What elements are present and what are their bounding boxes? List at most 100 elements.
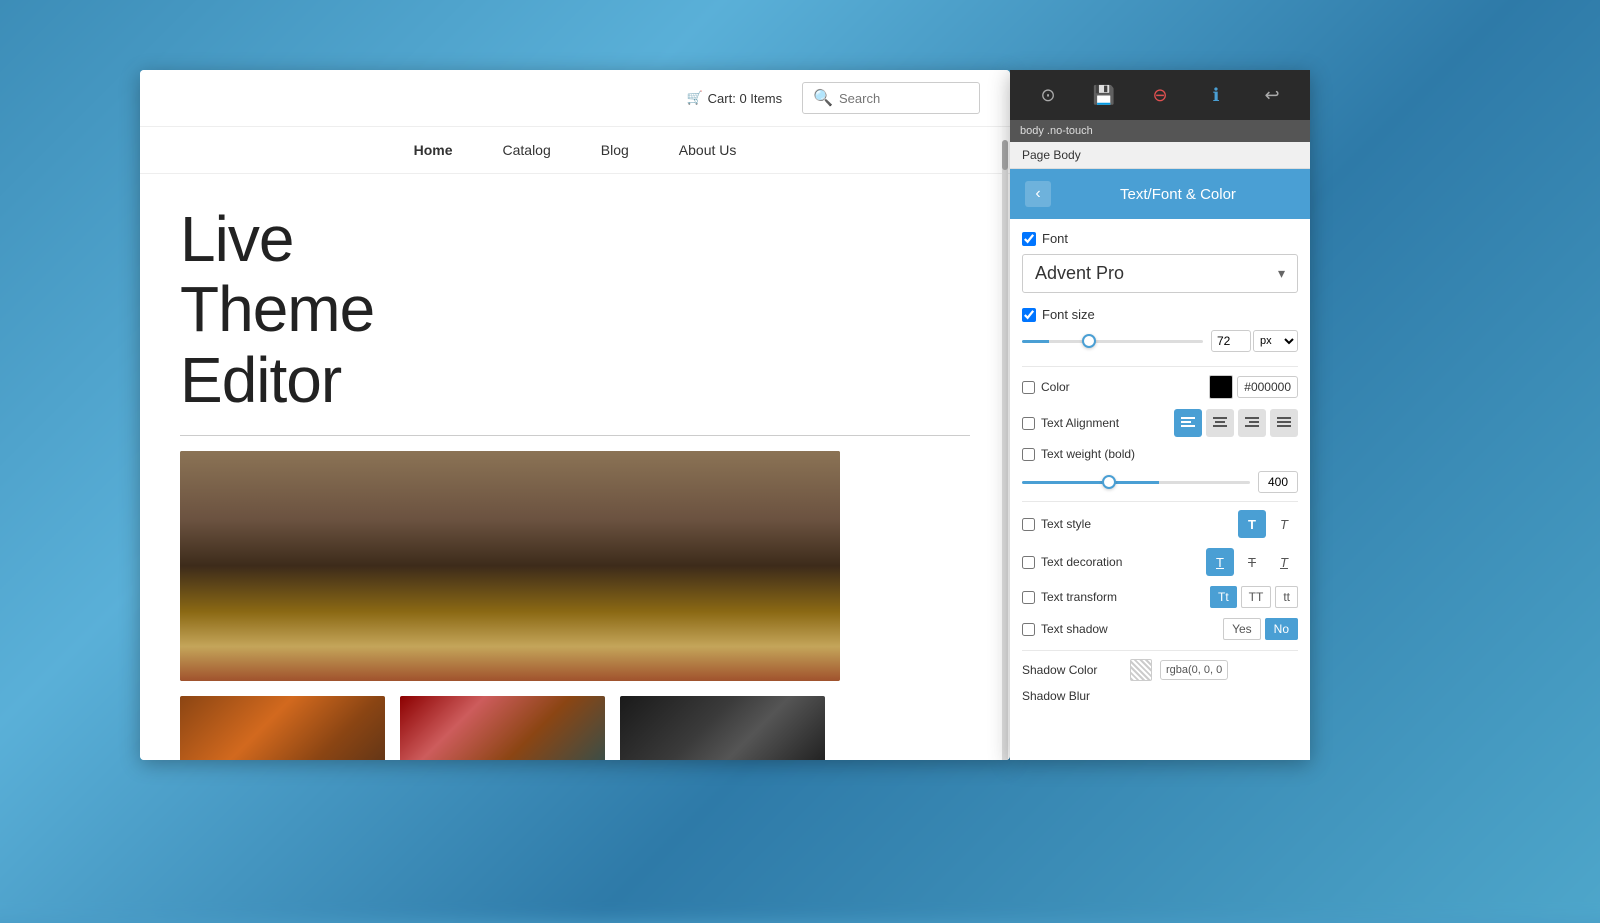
thumbnail-3 xyxy=(620,696,825,760)
font-size-input[interactable] xyxy=(1211,330,1251,352)
font-weight-value[interactable] xyxy=(1258,471,1298,493)
font-size-checkbox-label[interactable]: Font size xyxy=(1022,307,1095,322)
align-center-button[interactable] xyxy=(1206,409,1234,437)
search-box[interactable]: 🔍 xyxy=(802,82,980,114)
panel-title: Text/Font & Color xyxy=(1061,186,1295,203)
shadow-color-swatch[interactable] xyxy=(1130,659,1152,681)
text-weight-label[interactable]: Text weight (bold) xyxy=(1022,447,1142,461)
toolbar-exit-icon[interactable]: ↩ xyxy=(1256,79,1288,111)
shadow-blur-row: Shadow Blur xyxy=(1022,689,1298,703)
lowercase-button[interactable]: tt xyxy=(1275,586,1298,608)
text-decoration-row: Text decoration T T T xyxy=(1022,548,1298,576)
chevron-down-icon: ▾ xyxy=(1278,265,1285,282)
text-shadow-label[interactable]: Text shadow xyxy=(1022,622,1142,636)
scrollbar-thumb[interactable] xyxy=(1002,140,1008,170)
text-style-label[interactable]: Text style xyxy=(1022,517,1142,531)
panel-toolbar: ⊙ 💾 ⊖ ℹ ↩ xyxy=(1010,70,1310,120)
color-checkbox[interactable] xyxy=(1022,381,1035,394)
hero-image-inner xyxy=(180,451,840,681)
text-shadow-row: Text shadow Yes No xyxy=(1022,618,1298,640)
nav-home[interactable]: Home xyxy=(414,142,453,158)
color-swatch[interactable] xyxy=(1209,375,1233,399)
nav-catalog[interactable]: Catalog xyxy=(503,142,551,158)
text-shadow-checkbox[interactable] xyxy=(1022,623,1035,636)
align-right-button[interactable] xyxy=(1238,409,1266,437)
font-label-row: Font xyxy=(1022,231,1298,246)
color-row: Color #000000 xyxy=(1022,375,1298,399)
text-alignment-label[interactable]: Text Alignment xyxy=(1022,416,1142,430)
shadow-color-label: Shadow Color xyxy=(1022,663,1122,677)
align-justify-button[interactable] xyxy=(1270,409,1298,437)
italic-style-button[interactable]: T xyxy=(1270,510,1298,538)
panel-header: ‹ Text/Font & Color xyxy=(1010,169,1310,219)
toolbar-info-icon[interactable]: ℹ xyxy=(1200,79,1232,111)
nav-about[interactable]: About Us xyxy=(679,142,737,158)
page-body-label: Page Body xyxy=(1022,148,1081,162)
overline-button[interactable]: T xyxy=(1270,548,1298,576)
panel-back-button[interactable]: ‹ xyxy=(1025,181,1051,207)
page-body-bar: Page Body xyxy=(1010,142,1310,169)
text-transform-row: Text transform Tt TT tt xyxy=(1022,586,1298,608)
text-alignment-row: Text Alignment xyxy=(1022,409,1298,437)
color-controls: #000000 xyxy=(1209,375,1298,399)
cart-label: Cart: 0 Items xyxy=(708,91,782,106)
text-transform-label-text: Text transform xyxy=(1041,590,1117,604)
font-weight-slider[interactable] xyxy=(1022,481,1250,484)
toolbar-minus-icon[interactable]: ⊖ xyxy=(1144,79,1176,111)
text-style-checkbox[interactable] xyxy=(1022,518,1035,531)
toolbar-save-icon[interactable]: 💾 xyxy=(1088,79,1120,111)
text-weight-label-text: Text weight (bold) xyxy=(1041,447,1135,461)
selector-bar: body .no-touch xyxy=(1010,120,1310,142)
text-style-label-text: Text style xyxy=(1041,517,1091,531)
text-transform-checkbox[interactable] xyxy=(1022,591,1035,604)
text-alignment-checkbox[interactable] xyxy=(1022,417,1035,430)
uppercase-button[interactable]: TT xyxy=(1241,586,1272,608)
underline-button[interactable]: T xyxy=(1206,548,1234,576)
font-size-slider[interactable] xyxy=(1022,340,1203,343)
bold-style-button[interactable]: T xyxy=(1238,510,1266,538)
font-size-label: Font size xyxy=(1042,307,1095,322)
toolbar-target-icon[interactable]: ⊙ xyxy=(1032,79,1064,111)
text-shadow-buttons: Yes No xyxy=(1223,618,1298,640)
font-label: Font xyxy=(1042,231,1068,246)
font-size-slider-row: px em rem xyxy=(1022,330,1298,352)
shadow-no-button[interactable]: No xyxy=(1265,618,1298,640)
cart-link[interactable]: 🛒 Cart: 0 Items xyxy=(686,90,782,106)
browser-scrollbar[interactable] xyxy=(1002,140,1008,760)
align-left-button[interactable] xyxy=(1174,409,1202,437)
font-checkbox-label[interactable]: Font xyxy=(1022,231,1068,246)
text-decoration-label-text: Text decoration xyxy=(1041,555,1122,569)
thumbnail-2 xyxy=(400,696,605,760)
color-label[interactable]: Color xyxy=(1022,380,1142,394)
text-decoration-checkbox[interactable] xyxy=(1022,556,1035,569)
shadow-yes-button[interactable]: Yes xyxy=(1223,618,1261,640)
nav-blog[interactable]: Blog xyxy=(601,142,629,158)
strikethrough-button[interactable]: T xyxy=(1238,548,1266,576)
shadow-color-value: rgba(0, 0, 0 xyxy=(1160,660,1228,680)
alignment-buttons xyxy=(1174,409,1298,437)
font-size-unit-select[interactable]: px em rem xyxy=(1253,330,1298,352)
text-transform-label[interactable]: Text transform xyxy=(1022,590,1142,604)
browser-window: 🛒 Cart: 0 Items 🔍 Home Catalog Blog Abou… xyxy=(140,70,1010,760)
text-decoration-label[interactable]: Text decoration xyxy=(1022,555,1142,569)
site-header: 🛒 Cart: 0 Items 🔍 xyxy=(140,70,1010,127)
divider-2 xyxy=(1022,501,1298,502)
text-style-row: Text style T T xyxy=(1022,510,1298,538)
right-panel: ⊙ 💾 ⊖ ℹ ↩ body .no-touch Page Body ‹ Tex… xyxy=(1010,70,1310,760)
panel-content[interactable]: Font Advent Pro ▾ Font size xyxy=(1010,219,1310,760)
font-size-checkbox[interactable] xyxy=(1022,308,1036,322)
bold-slider-row xyxy=(1022,471,1298,493)
selector-text: body .no-touch xyxy=(1020,125,1093,137)
divider-3 xyxy=(1022,650,1298,651)
capitalize-button[interactable]: Tt xyxy=(1210,586,1237,608)
site-nav: Home Catalog Blog About Us xyxy=(140,127,1010,174)
font-dropdown[interactable]: Advent Pro ▾ xyxy=(1022,254,1298,293)
font-size-value-group: px em rem xyxy=(1211,330,1298,352)
font-checkbox[interactable] xyxy=(1022,232,1036,246)
search-input[interactable] xyxy=(839,91,969,106)
text-weight-checkbox[interactable] xyxy=(1022,448,1035,461)
text-decoration-buttons: T T T xyxy=(1206,548,1298,576)
divider-1 xyxy=(1022,366,1298,367)
text-weight-row: Text weight (bold) xyxy=(1022,447,1298,461)
search-icon: 🔍 xyxy=(813,88,833,108)
